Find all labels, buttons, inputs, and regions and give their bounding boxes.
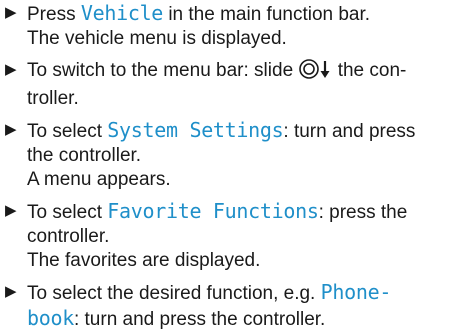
step-result: The favorites are displayed. [27,250,261,271]
step-bullet-icon: ▶ [5,283,17,300]
controller-slide-down-icon [298,58,332,87]
ui-term: Phone- [320,280,392,304]
step-text: : turn and press the controller. [73,309,326,330]
step-content: To select Favorite Functions: press the … [27,199,457,273]
step-text: the con- [332,60,407,81]
ui-term: book [27,306,74,330]
step-line: controller. [27,226,110,247]
instruction-step: ▶ Press Vehicle in the main function bar… [5,1,457,51]
ui-term: System Settings [107,118,284,142]
step-result: A menu appears. [27,169,171,190]
step-bullet-icon: ▶ [5,4,17,21]
step-text: To select [27,121,108,142]
instruction-steps: ▶ Press Vehicle in the main function bar… [5,0,457,332]
controller-slide-down-icon-svg [299,59,330,79]
step-line: To select System Settings: turn and pres… [27,118,457,144]
step-text: To switch to the menu bar: slide [27,60,299,81]
step-text: : turn and press [283,121,416,142]
instruction-step: ▶ To switch to the menu bar: slide the c… [5,58,457,111]
step-line: Press Vehicle in the main function bar. [27,1,457,27]
step-line: To select the desired function, e.g. Pho… [27,280,457,306]
step-content: To select the desired function, e.g. Pho… [27,280,457,332]
step-text: : press the [318,202,408,223]
step-content: Press Vehicle in the main function bar. … [27,1,457,51]
step-content: To select System Settings: turn and pres… [27,118,457,192]
step-bullet-icon: ▶ [5,202,17,219]
step-line: To switch to the menu bar: slide the con… [27,58,457,87]
instruction-step: ▶ To select the desired function, e.g. P… [5,280,457,332]
step-text: To select the desired function, e.g. [27,283,321,304]
instruction-step: ▶ To select Favorite Functions: press th… [5,199,457,273]
step-text: in the main function bar. [163,4,371,25]
ui-term: Vehicle [80,1,164,25]
step-line: To select Favorite Functions: press the [27,199,457,225]
step-bullet-icon: ▶ [5,61,17,78]
step-text: Press [27,4,81,25]
step-text: To select [27,202,108,223]
step-line: troller. [27,88,79,109]
step-line: the controller. [27,145,142,166]
step-bullet-icon: ▶ [5,121,17,138]
step-line: book: turn and press the controller. [27,306,457,332]
step-content: To switch to the menu bar: slide the con… [27,58,457,111]
ui-term: Favorite Functions [107,199,319,223]
step-result: The vehicle menu is displayed. [27,28,287,49]
instruction-step: ▶ To select System Settings: turn and pr… [5,118,457,192]
